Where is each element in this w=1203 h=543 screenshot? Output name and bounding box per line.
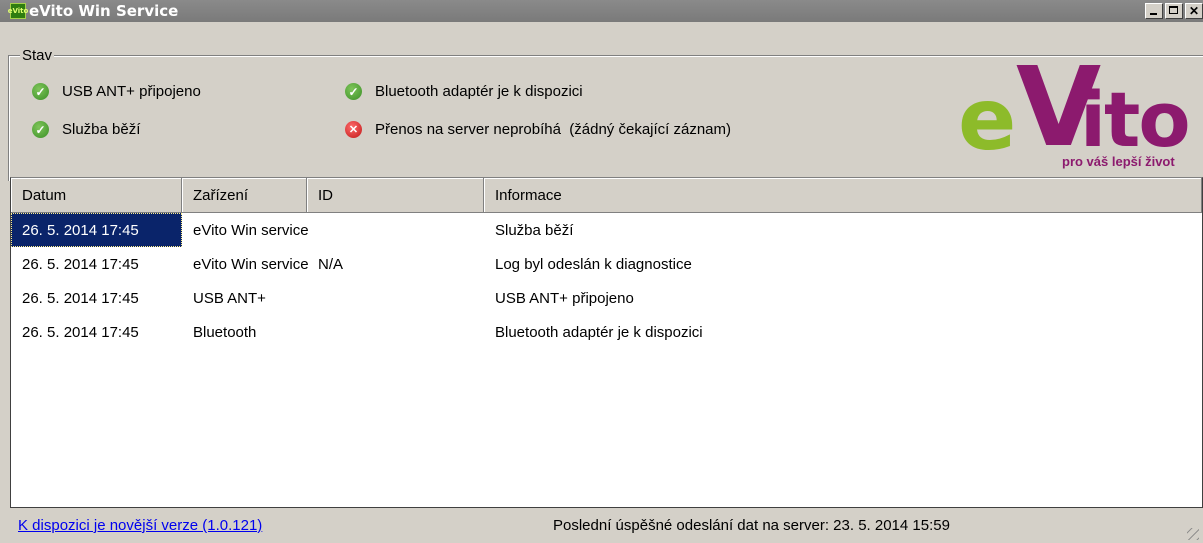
- check-icon: ✓: [345, 83, 362, 100]
- table-row[interactable]: 26. 5. 2014 17:45 eVito Win service N/A …: [11, 247, 1202, 281]
- close-button[interactable]: ✕: [1185, 3, 1203, 19]
- window-title: eVito Win Service: [29, 2, 179, 20]
- status-bluetooth: ✓ Bluetooth adaptér je k dispozici: [345, 83, 583, 100]
- status-text: USB ANT+ připojeno: [62, 83, 201, 100]
- title-bar[interactable]: eVito eVito Win Service ✕: [0, 0, 1203, 22]
- status-text: Přenos na server neprobíhá (žádný čekají…: [375, 121, 732, 138]
- last-sent-text: Poslední úspěšné odeslání dat na server:…: [553, 517, 950, 534]
- check-icon: ✓: [32, 121, 49, 138]
- maximize-button[interactable]: [1165, 3, 1183, 19]
- status-text: Služba běží: [62, 121, 141, 138]
- logo-letters-ito: ito: [1080, 75, 1191, 164]
- error-icon: ✕: [345, 121, 362, 138]
- table-cell-id[interactable]: [307, 213, 484, 247]
- window-controls: ✕: [1143, 3, 1203, 19]
- app-icon: eVito: [8, 3, 28, 19]
- table-cell-date[interactable]: 26. 5. 2014 17:45: [11, 281, 182, 315]
- column-header-informace[interactable]: Informace: [484, 178, 1202, 213]
- column-header-id[interactable]: ID: [307, 178, 484, 213]
- minimize-button[interactable]: [1145, 3, 1163, 19]
- table-cell-device[interactable]: Bluetooth: [182, 315, 307, 349]
- table-header: Datum Zařízení ID Informace: [11, 178, 1202, 213]
- table-cell-id[interactable]: [307, 315, 484, 349]
- table-row[interactable]: 26. 5. 2014 17:45 USB ANT+ USB ANT+ přip…: [11, 281, 1202, 315]
- table-cell-device[interactable]: eVito Win service: [182, 247, 309, 281]
- table-cell-id[interactable]: [307, 281, 484, 315]
- table-row[interactable]: 26. 5. 2014 17:45 Bluetooth Bluetooth ad…: [11, 315, 1202, 349]
- status-usb-ant: ✓ USB ANT+ připojeno: [32, 83, 201, 100]
- status-service: ✓ Služba běží: [32, 121, 140, 138]
- update-available-link[interactable]: K dispozici je novější verze (1.0.121): [18, 517, 262, 534]
- status-text: Bluetooth adaptér je k dispozici: [375, 83, 583, 100]
- resize-grip-icon[interactable]: [1187, 528, 1199, 540]
- logo-letter-e: e: [958, 70, 1016, 170]
- table-cell-info[interactable]: USB ANT+ připojeno: [484, 281, 1202, 315]
- table-cell-info[interactable]: Služba běží: [484, 213, 1202, 247]
- table-cell-date[interactable]: 26. 5. 2014 17:45: [11, 213, 182, 247]
- evito-logo: e V ito pro váš lepší život: [958, 52, 1191, 172]
- table-cell-date[interactable]: 26. 5. 2014 17:45: [11, 315, 182, 349]
- table-cell-device[interactable]: eVito Win service: [182, 213, 309, 247]
- table-cell-device[interactable]: USB ANT+: [182, 281, 307, 315]
- table-row[interactable]: 26. 5. 2014 17:45 eVito Win service Služ…: [11, 213, 1202, 247]
- table-body: 26. 5. 2014 17:45 eVito Win service Služ…: [11, 213, 1202, 349]
- check-icon: ✓: [32, 83, 49, 100]
- table-cell-info[interactable]: Log byl odeslán k diagnostice: [484, 247, 1202, 281]
- status-server-transfer: ✕ Přenos na server neprobíhá (žádný čeka…: [345, 121, 731, 138]
- column-header-zarizeni[interactable]: Zařízení: [182, 178, 307, 213]
- table-cell-date[interactable]: 26. 5. 2014 17:45: [11, 247, 182, 281]
- logo-tagline: pro váš lepší život: [1062, 154, 1175, 169]
- log-table[interactable]: Datum Zařízení ID Informace 26. 5. 2014 …: [10, 177, 1203, 508]
- status-group-label: Stav: [20, 47, 55, 64]
- table-cell-id[interactable]: N/A: [307, 247, 484, 281]
- table-cell-info[interactable]: Bluetooth adaptér je k dispozici: [484, 315, 1202, 349]
- column-header-datum[interactable]: Datum: [11, 178, 182, 213]
